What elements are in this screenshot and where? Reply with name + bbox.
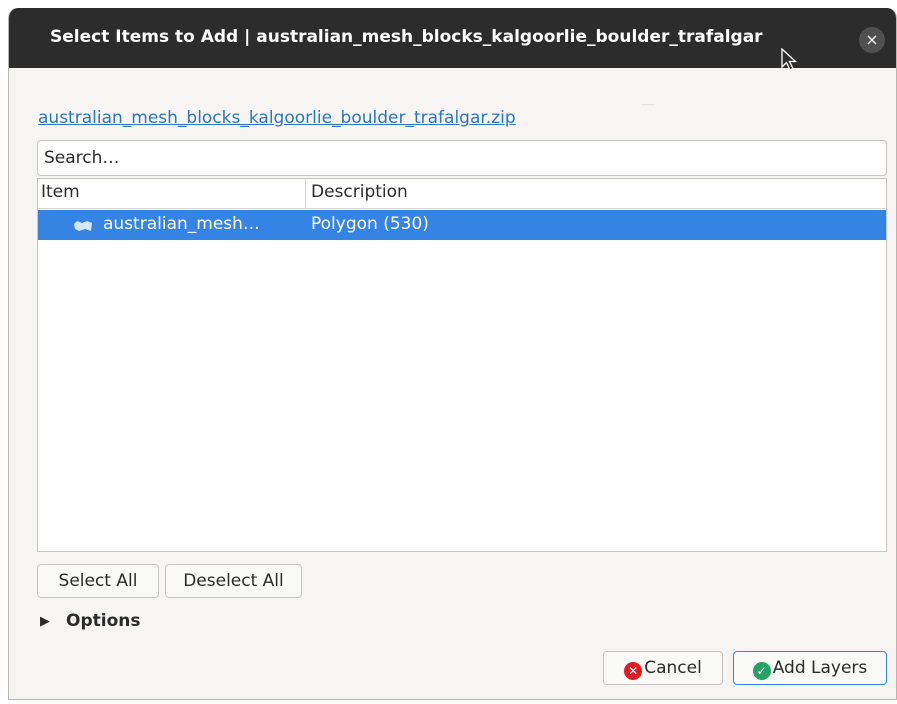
mouse-cursor-icon <box>781 48 798 71</box>
options-label: Options <box>66 611 141 631</box>
add-layers-button[interactable]: ✓ Add Layers <box>733 651 887 685</box>
options-expander[interactable]: ▶ Options <box>40 611 140 631</box>
item-name-cell: australian_mesh… <box>103 214 260 234</box>
divider <box>641 104 655 105</box>
add-layers-label: Add Layers <box>772 658 868 678</box>
close-button[interactable]: × <box>859 27 885 53</box>
deselect-all-label: Deselect All <box>183 571 284 591</box>
deselect-all-button[interactable]: Deselect All <box>165 564 302 598</box>
column-header-description[interactable]: Description <box>311 182 408 202</box>
table-row[interactable]: australian_mesh… Polygon (530) <box>38 210 886 240</box>
cancel-button[interactable]: ✕ Cancel <box>603 651 723 685</box>
dialog-title: Select Items to Add | australian_mesh_bl… <box>50 27 763 47</box>
column-divider[interactable] <box>305 179 306 208</box>
polygon-layer-icon <box>74 221 92 231</box>
table-header: Item Description <box>38 179 886 209</box>
search-input[interactable] <box>37 140 887 176</box>
select-all-label: Select All <box>58 571 138 591</box>
column-header-item[interactable]: Item <box>41 182 80 202</box>
expand-triangle-icon: ▶ <box>40 614 50 629</box>
select-all-button[interactable]: Select All <box>37 564 159 598</box>
items-table[interactable]: Item Description australian_mesh… Polygo… <box>37 178 887 552</box>
close-icon: × <box>865 30 879 49</box>
check-icon: ✓ <box>752 662 771 680</box>
source-file-link[interactable]: australian_mesh_blocks_kalgoorlie_boulde… <box>38 108 516 128</box>
add-items-dialog: Select Items to Add | australian_mesh_bl… <box>8 8 897 700</box>
cancel-icon: ✕ <box>624 662 643 680</box>
title-bar[interactable]: Select Items to Add | australian_mesh_bl… <box>9 8 896 68</box>
cancel-label: Cancel <box>644 658 702 678</box>
description-cell: Polygon (530) <box>311 214 429 234</box>
